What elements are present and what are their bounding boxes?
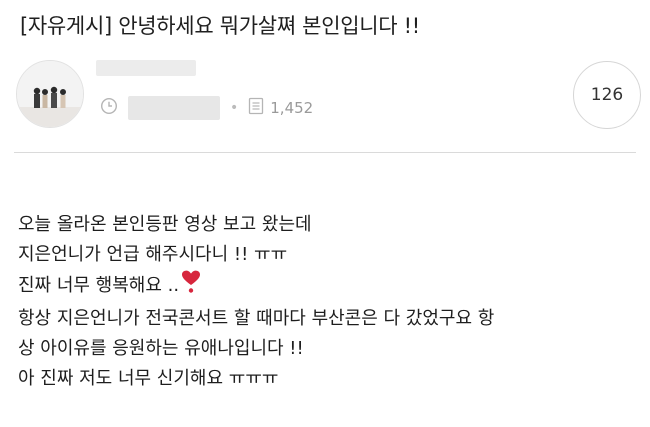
comment-count: 126 [590, 85, 624, 105]
author-name-blurred[interactable] [96, 60, 196, 76]
post-meta: • 1,452 [100, 95, 313, 121]
clock-icon [100, 97, 118, 119]
divider [14, 152, 636, 153]
body-line: 오늘 올라온 본인등판 영상 보고 왔는데 [18, 214, 312, 235]
body-line: 지은언니가 언급 해주시다니 !! ㅠㅠ [18, 244, 288, 265]
body-line: 항상 지은언니가 전국콘서트 할 때마다 부산콘은 다 갔었구요 항 [18, 308, 495, 329]
post-title: [자유게시] 안녕하세요 뭐가살쪄 본인입니다 !! [20, 14, 420, 38]
avatar-image [17, 61, 83, 127]
body-line: 아 진짜 저도 너무 신기해요 ㅠㅠㅠ [18, 368, 279, 389]
view-count: 1,452 [270, 99, 314, 117]
body-line-with-emoji: 진짜 너무 행복해요 .. [18, 270, 638, 304]
body-line: 상 아이유를 응원하는 유애나입니다 !! [18, 338, 304, 359]
comment-count-button[interactable]: 126 [573, 61, 641, 129]
document-icon [248, 97, 270, 119]
post-date-blurred [128, 96, 220, 120]
body-line-text: 진짜 너무 행복해요 .. [18, 275, 180, 296]
author-avatar[interactable] [16, 60, 84, 128]
post-body: 오늘 올라온 본인등판 영상 보고 왔는데 지은언니가 언급 해주시다니 !! … [18, 210, 638, 394]
meta-separator: • [230, 100, 239, 116]
heart-emoji-icon [181, 270, 201, 304]
